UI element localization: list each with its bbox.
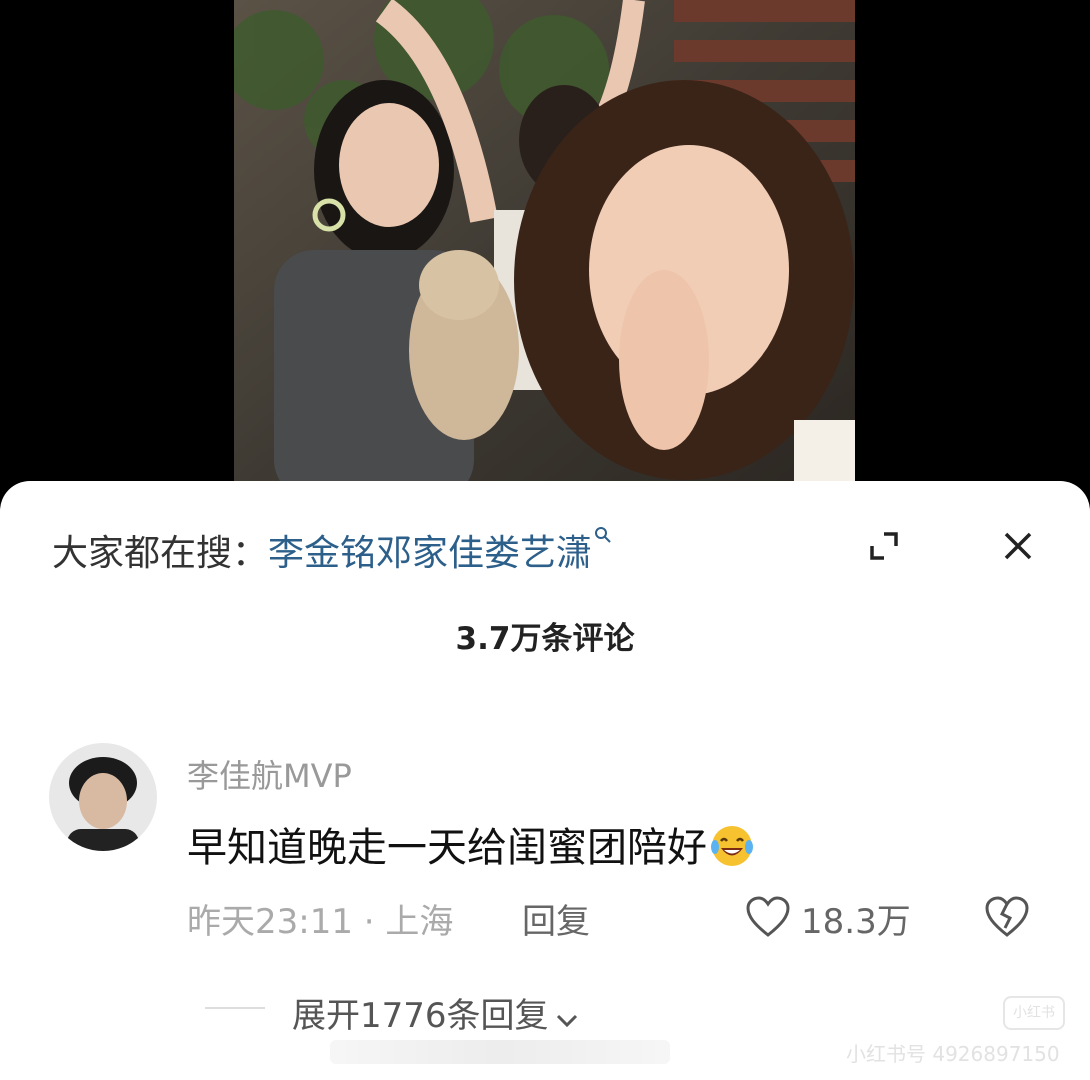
expand-replies-button[interactable]: 展开1776条回复 [292,988,581,1037]
obscured-bottom-bar [330,1040,670,1064]
search-icon [592,524,614,560]
like-count: 18.3万 [801,902,911,942]
close-icon[interactable] [996,524,1040,568]
meta-separator: · [363,902,375,942]
tears-of-joy-emoji-icon [709,823,755,869]
comment-meta: 昨天23:11 · 上海 [187,894,453,943]
trending-search-bar[interactable]: 大家都在搜：李金铭邓家佳娄艺潇 [52,524,614,576]
broken-heart-icon[interactable] [983,894,1031,940]
expand-icon[interactable] [862,526,906,566]
trending-search-term[interactable]: 李金铭邓家佳娄艺潇 [268,533,592,574]
comment-location: 上海 [385,902,454,942]
comment-count: 3.7万条评论 [455,621,635,657]
watermark-logo: 小红书 [1003,996,1065,1030]
heart-icon[interactable] [744,894,792,940]
comment-username[interactable]: 李佳航MVP [187,751,352,797]
comment-timestamp: 昨天23:11 [187,902,353,942]
avatar[interactable] [49,743,157,851]
expand-replies-label: 展开1776条回复 [292,996,549,1036]
chevron-down-icon [553,1004,581,1032]
photo-illustration [234,0,855,500]
reply-button[interactable]: 回复 [522,894,590,943]
watermark-text: 小红书号 4926897150 [846,1042,1060,1066]
comment-text-body: 早知道晚走一天给闺蜜团陪好 [187,825,707,871]
comment-text: 早知道晚走一天给闺蜜团陪好 [187,815,755,873]
divider-line [205,1007,265,1009]
post-photo[interactable] [234,0,855,500]
trending-search-prefix: 大家都在搜： [52,533,269,574]
